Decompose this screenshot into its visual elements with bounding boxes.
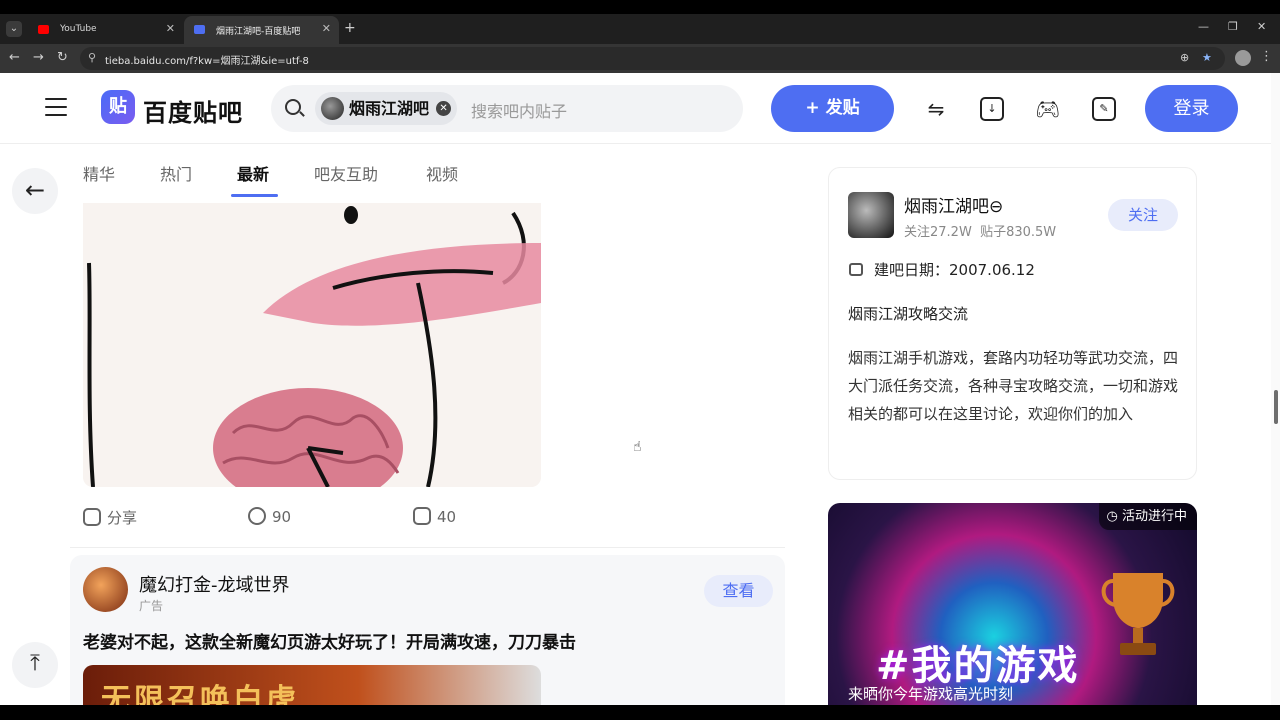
search-box[interactable]: 烟雨江湖吧 ✕ 搜索吧内贴子 [271, 85, 743, 132]
search-input[interactable]: 搜索吧内贴子 [471, 98, 567, 122]
tab-hot[interactable]: 热门 [160, 161, 192, 185]
tab-search-menu-icon[interactable]: ⌄ [6, 21, 22, 37]
browser-tab-youtube[interactable]: YouTube ✕ [28, 16, 183, 44]
promo-subtitle: 来晒你今年游戏高光时刻 [848, 685, 1014, 703]
address-bar[interactable]: ⚲ tieba.baidu.com/f?kw=烟雨江湖&ie=utf-8 ⊕ ★ [80, 47, 1225, 70]
promo-banner[interactable]: ◷ 活动进行中 #我的游戏 来晒你今年游戏高光时刻 [828, 503, 1197, 705]
browser-toolbar: ← → ↻ ⚲ tieba.baidu.com/f?kw=烟雨江湖&ie=utf… [0, 44, 1280, 73]
profile-avatar[interactable] [1235, 50, 1251, 66]
bookmark-star-icon[interactable]: ★ [1202, 51, 1212, 64]
switch-icon[interactable]: ⇋ [924, 97, 948, 121]
created-date: 建吧日期：2007.06.12 [874, 261, 1035, 279]
thumbs-up-icon [413, 507, 431, 525]
forum-description: 烟雨江湖手机游戏，套路内功轻功等武功交流，四大门派任务交流，各种寻宝攻略交流，一… [848, 349, 1179, 423]
page-scrollbar[interactable] [1271, 73, 1280, 705]
edit-icon[interactable]: ✎ [1092, 97, 1116, 121]
comment-button[interactable]: 90 [248, 507, 291, 526]
comment-count: 90 [272, 508, 292, 526]
ad-card[interactable]: 魔幻打金-龙域世界 广告 查看 老婆对不起，这款全新魔幻页游太好玩了！开局满攻速… [70, 555, 785, 705]
zoom-icon[interactable]: ⊕ [1180, 51, 1189, 64]
share-icon [83, 508, 101, 526]
youtube-favicon-icon [38, 25, 49, 34]
minimize-icon[interactable]: — [1198, 20, 1209, 33]
forum-scope-chip[interactable]: 烟雨江湖吧 ✕ [315, 92, 458, 125]
divider [70, 547, 785, 548]
forum-stats: 关注27.2W 贴子830.5W [904, 221, 1056, 240]
tieba-logo-text[interactable]: 百度贴吧 [143, 93, 243, 128]
activity-badge: ◷ 活动进行中 [1098, 503, 1197, 530]
activity-badge-label: 活动进行中 [1121, 509, 1187, 524]
ad-text[interactable]: 老婆对不起，这款全新魔幻页游太好玩了！开局满攻速，刀刀暴击 [83, 628, 576, 653]
restore-icon[interactable]: ❐ [1228, 20, 1238, 33]
back-to-top-button[interactable]: ⤒ [12, 642, 58, 688]
browser-tab-bar: ⌄ YouTube ✕ 烟雨江湖吧-百度贴吧 ✕ + — ❐ ✕ [0, 14, 1280, 44]
meme-illustration [83, 203, 541, 487]
download-icon[interactable]: ↓ [980, 97, 1004, 121]
post-image[interactable] [83, 203, 541, 487]
tab-featured[interactable]: 精华 [83, 161, 115, 185]
close-tab-icon[interactable]: ✕ [322, 22, 331, 35]
scrollbar-thumb[interactable] [1274, 390, 1278, 424]
ad-label: 广告 [139, 599, 164, 613]
share-button[interactable]: 分享 [83, 507, 137, 528]
calendar-icon [849, 263, 863, 276]
follow-button[interactable]: 关注 [1108, 199, 1178, 231]
site-info-icon[interactable]: ⚲ [88, 51, 96, 64]
hand-cursor-icon: ☝︎ [633, 439, 642, 455]
login-button[interactable]: 登录 [1145, 85, 1238, 132]
search-icon[interactable] [285, 99, 301, 115]
clear-chip-icon[interactable]: ✕ [436, 101, 452, 116]
forum-name[interactable]: 烟雨江湖吧⊖ [904, 192, 1003, 217]
forum-info-card: 烟雨江湖吧⊖ 关注27.2W 贴子830.5W 关注 建吧日期：2007.06.… [828, 167, 1197, 480]
gamepad-icon[interactable]: 🎮︎ [1035, 97, 1060, 121]
back-arrow-icon[interactable]: ← [9, 50, 20, 65]
site-header: 贴 百度贴吧 烟雨江湖吧 ✕ 搜索吧内贴子 + 发贴 ⇋ ↓ 🎮︎ ✎ 登录 [0, 73, 1280, 144]
tab-underline [231, 194, 278, 197]
forward-arrow-icon[interactable]: → [33, 50, 44, 65]
tab-latest[interactable]: 最新 [237, 161, 269, 185]
window-close-icon[interactable]: ✕ [1257, 20, 1266, 33]
hamburger-menu-icon[interactable] [45, 98, 67, 116]
page: 贴 百度贴吧 烟雨江湖吧 ✕ 搜索吧内贴子 + 发贴 ⇋ ↓ 🎮︎ ✎ 登录 ←… [0, 73, 1280, 705]
like-button[interactable]: 40 [413, 507, 456, 526]
trophy-icon [1101, 573, 1175, 655]
ad-title[interactable]: 魔幻打金-龙域世界 [139, 571, 290, 597]
tieba-favicon-icon [194, 25, 205, 34]
browser-menu-icon[interactable]: ⋮ [1260, 49, 1273, 64]
ad-banner-image[interactable]: 无限召唤白虎 [83, 665, 541, 705]
clock-icon: ◷ [1106, 509, 1118, 524]
tab-title: 烟雨江湖吧-百度贴吧 [216, 27, 301, 37]
back-button[interactable]: ← [12, 168, 58, 214]
tab-title: YouTube [60, 24, 97, 34]
ad-banner-text: 无限召唤白虎 [101, 683, 299, 705]
new-tab-icon[interactable]: + [344, 20, 356, 36]
bottom-band [0, 705, 1280, 720]
tab-video[interactable]: 视频 [426, 161, 458, 185]
share-label: 分享 [107, 509, 138, 527]
reload-icon[interactable]: ↻ [57, 50, 68, 65]
close-tab-icon[interactable]: ✕ [166, 22, 175, 35]
followers-count: 关注27.2W [904, 225, 972, 240]
tieba-logo-icon[interactable]: 贴 [101, 90, 135, 124]
forum-slogan: 烟雨江湖攻略交流 [848, 305, 969, 323]
browser-tab-tieba[interactable]: 烟雨江湖吧-百度贴吧 ✕ [184, 16, 339, 44]
like-count: 40 [437, 508, 457, 526]
ad-avatar [83, 567, 128, 612]
url-text[interactable]: tieba.baidu.com/f?kw=烟雨江湖&ie=utf-8 [105, 52, 309, 67]
tab-mutual-help[interactable]: 吧友互助 [314, 161, 378, 185]
ad-view-button[interactable]: 查看 [704, 575, 773, 607]
forum-avatar [321, 97, 344, 120]
forum-avatar[interactable] [848, 192, 894, 238]
posts-count: 贴子830.5W [980, 225, 1057, 240]
forum-chip-label: 烟雨江湖吧 [349, 99, 430, 118]
new-post-button[interactable]: + 发贴 [771, 85, 894, 132]
comment-icon [248, 507, 266, 525]
